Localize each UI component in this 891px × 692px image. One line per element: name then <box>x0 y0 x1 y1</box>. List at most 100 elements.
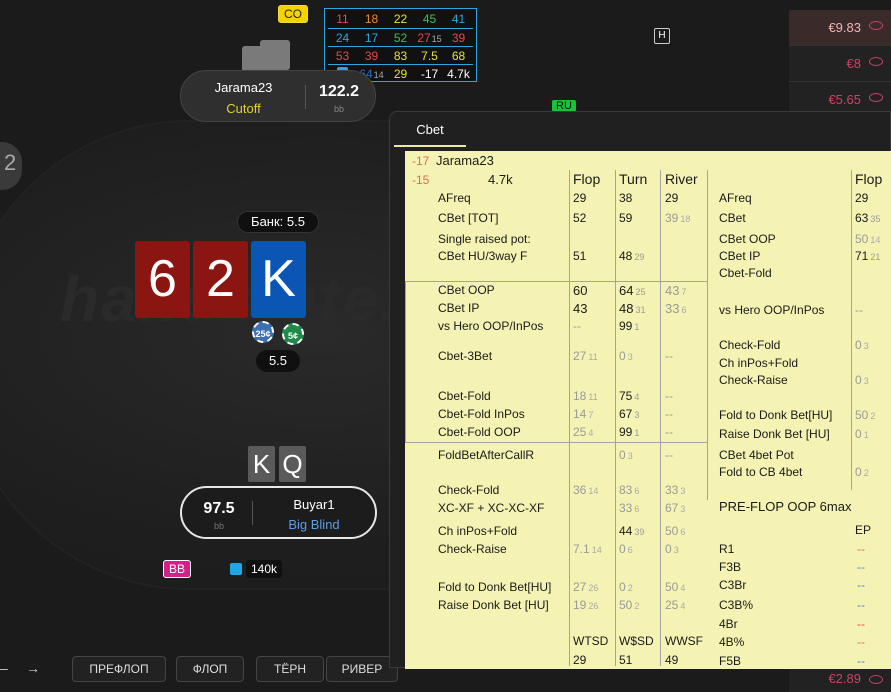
stat-value: 29 <box>855 191 868 205</box>
hud-stat: 45 <box>422 12 437 26</box>
grid-line <box>405 281 707 282</box>
eye-icon[interactable] <box>869 675 883 684</box>
hud-stat: 7.5 <box>421 48 438 63</box>
stat-number: 0 <box>855 373 862 387</box>
grid-line <box>405 281 406 443</box>
stat-sample-size: 4 <box>634 392 640 402</box>
chip-5c: 5¢ <box>282 323 304 345</box>
seat-divider <box>305 85 306 109</box>
stat-label: Fold to Donk Bet[HU] <box>719 408 833 422</box>
header-wsd: W$SD <box>619 634 654 648</box>
tab-cbet[interactable]: Cbet <box>394 117 466 147</box>
opponent-stack-unit: bb <box>333 104 344 114</box>
preflop-value: -- <box>857 560 865 574</box>
stat-value: 27 26 <box>573 580 598 594</box>
hotkey-icon[interactable]: H <box>654 28 670 44</box>
hero-stack: 97.5 <box>203 500 235 517</box>
stat-number: 48 <box>619 301 634 316</box>
stat-label: Cbet-Fold <box>719 266 772 280</box>
amount-item[interactable]: €2.89 <box>789 666 891 692</box>
stat-number: 0 <box>619 580 626 594</box>
stat-number: 0 <box>619 448 626 462</box>
stat-number: 14 <box>573 407 587 421</box>
stat-number: 27 <box>573 349 587 363</box>
amount-item[interactable]: €9.83 <box>789 10 891 46</box>
stat-value: 27 11 <box>573 349 598 363</box>
left-seat-stub[interactable]: 2 <box>0 142 22 190</box>
stat-value: 50 6 <box>665 524 685 538</box>
stat-number: 50 <box>619 598 633 612</box>
street-button-turn[interactable]: ТЁРН <box>256 656 324 682</box>
amount-list: €9.83 €8 €5.65 <box>789 10 891 118</box>
stat-value: 64 25 <box>619 283 645 298</box>
hero-seat[interactable]: 97.5 bb Buyar1 Big Blind <box>180 486 377 539</box>
header-wwsf: WWSF <box>665 634 703 648</box>
player-name: Jarama23 <box>436 153 494 168</box>
bet-chip-icon <box>230 563 242 575</box>
hud-stat: -17 <box>420 66 439 81</box>
stat-value: 03 <box>619 448 633 462</box>
stat-sample-size: 2 <box>634 601 640 611</box>
stat-number: 0 <box>665 542 672 556</box>
stat-label: Cbet-Fold OOP <box>438 425 521 439</box>
preflop-label: C3Br <box>719 578 747 592</box>
arrow-right-icon[interactable]: → <box>26 660 40 676</box>
stat-value: 29 <box>573 191 586 205</box>
stat-label: CBet IP <box>438 301 480 315</box>
stat-number: 0 <box>855 465 862 479</box>
hero-position: Big Blind <box>288 517 340 532</box>
hud-stat-sub: 15 <box>431 33 442 44</box>
stat-sample-size: 3 <box>627 451 633 461</box>
stat-sample-size: 3 <box>673 545 679 555</box>
header-river: River <box>665 171 698 187</box>
stat-value: 67 3 <box>665 501 685 515</box>
board-card: 6 <box>135 241 190 318</box>
eye-icon[interactable] <box>869 93 883 102</box>
board-card: K <box>251 241 306 318</box>
pot-label: Банк: 5.5 <box>237 211 319 233</box>
stat-sample-size: 1 <box>863 430 869 440</box>
hud-stat: 53 <box>335 48 350 63</box>
grid-line <box>615 170 616 666</box>
stat-label: Cbet-Fold <box>438 389 491 403</box>
board-cards: 6 2 K <box>135 241 306 318</box>
preflop-label: 4Br <box>719 617 738 631</box>
hud-stat: 39 <box>364 48 379 63</box>
street-button-river[interactable]: РИВЕР <box>326 656 398 682</box>
stat-sample-size: 25 <box>635 287 646 297</box>
amount-item[interactable]: €8 <box>789 46 891 82</box>
street-button-preflop[interactable]: ПРЕФЛОП <box>72 656 166 682</box>
stat-value: 06 <box>619 542 633 556</box>
stat-value: 59 <box>619 211 632 225</box>
stat-value: 67 3 <box>619 407 639 421</box>
stat-sample-size: 6 <box>681 305 687 315</box>
preflop-value: -- <box>857 598 865 612</box>
stat-sample-size: 3 <box>863 341 869 351</box>
preflop-value: -- <box>857 635 865 649</box>
preflop-label: F5B <box>719 654 742 668</box>
opponent-seat[interactable]: Jarama23 Cutoff 122.2 bb <box>180 70 376 122</box>
stat-label: XC-XF + XC-XC-XF <box>438 501 545 515</box>
stat-number: 99 <box>619 319 633 333</box>
eye-icon[interactable] <box>869 57 883 66</box>
stat-n1: -17 <box>412 154 430 168</box>
stat-value: 50 2 <box>855 408 875 422</box>
stat-number: 0 <box>855 338 862 352</box>
stat-value: 52 <box>573 211 586 225</box>
eye-icon[interactable] <box>869 21 883 30</box>
hud-stat-sub: 14 <box>373 69 384 80</box>
hud-stat: 17 <box>364 30 379 45</box>
street-button-flop[interactable]: ФЛОП <box>176 656 244 682</box>
stat-label: FoldBetAfterCallR <box>438 448 535 462</box>
hud-stat: 22 <box>393 12 408 26</box>
stat-value: 7.1 14 <box>573 542 602 556</box>
hands-count: 4.7k <box>488 172 513 187</box>
stat-value: 44 39 <box>619 524 644 538</box>
stat-number: 75 <box>619 389 633 403</box>
minus-icon[interactable]: – <box>0 660 8 676</box>
stat-number: 44 <box>619 524 633 538</box>
stat-value: 29 <box>665 191 678 205</box>
stat-label: Check-Raise <box>719 373 788 387</box>
stat-label: CBet <box>719 211 746 225</box>
stat-sample-size: 35 <box>870 214 881 224</box>
